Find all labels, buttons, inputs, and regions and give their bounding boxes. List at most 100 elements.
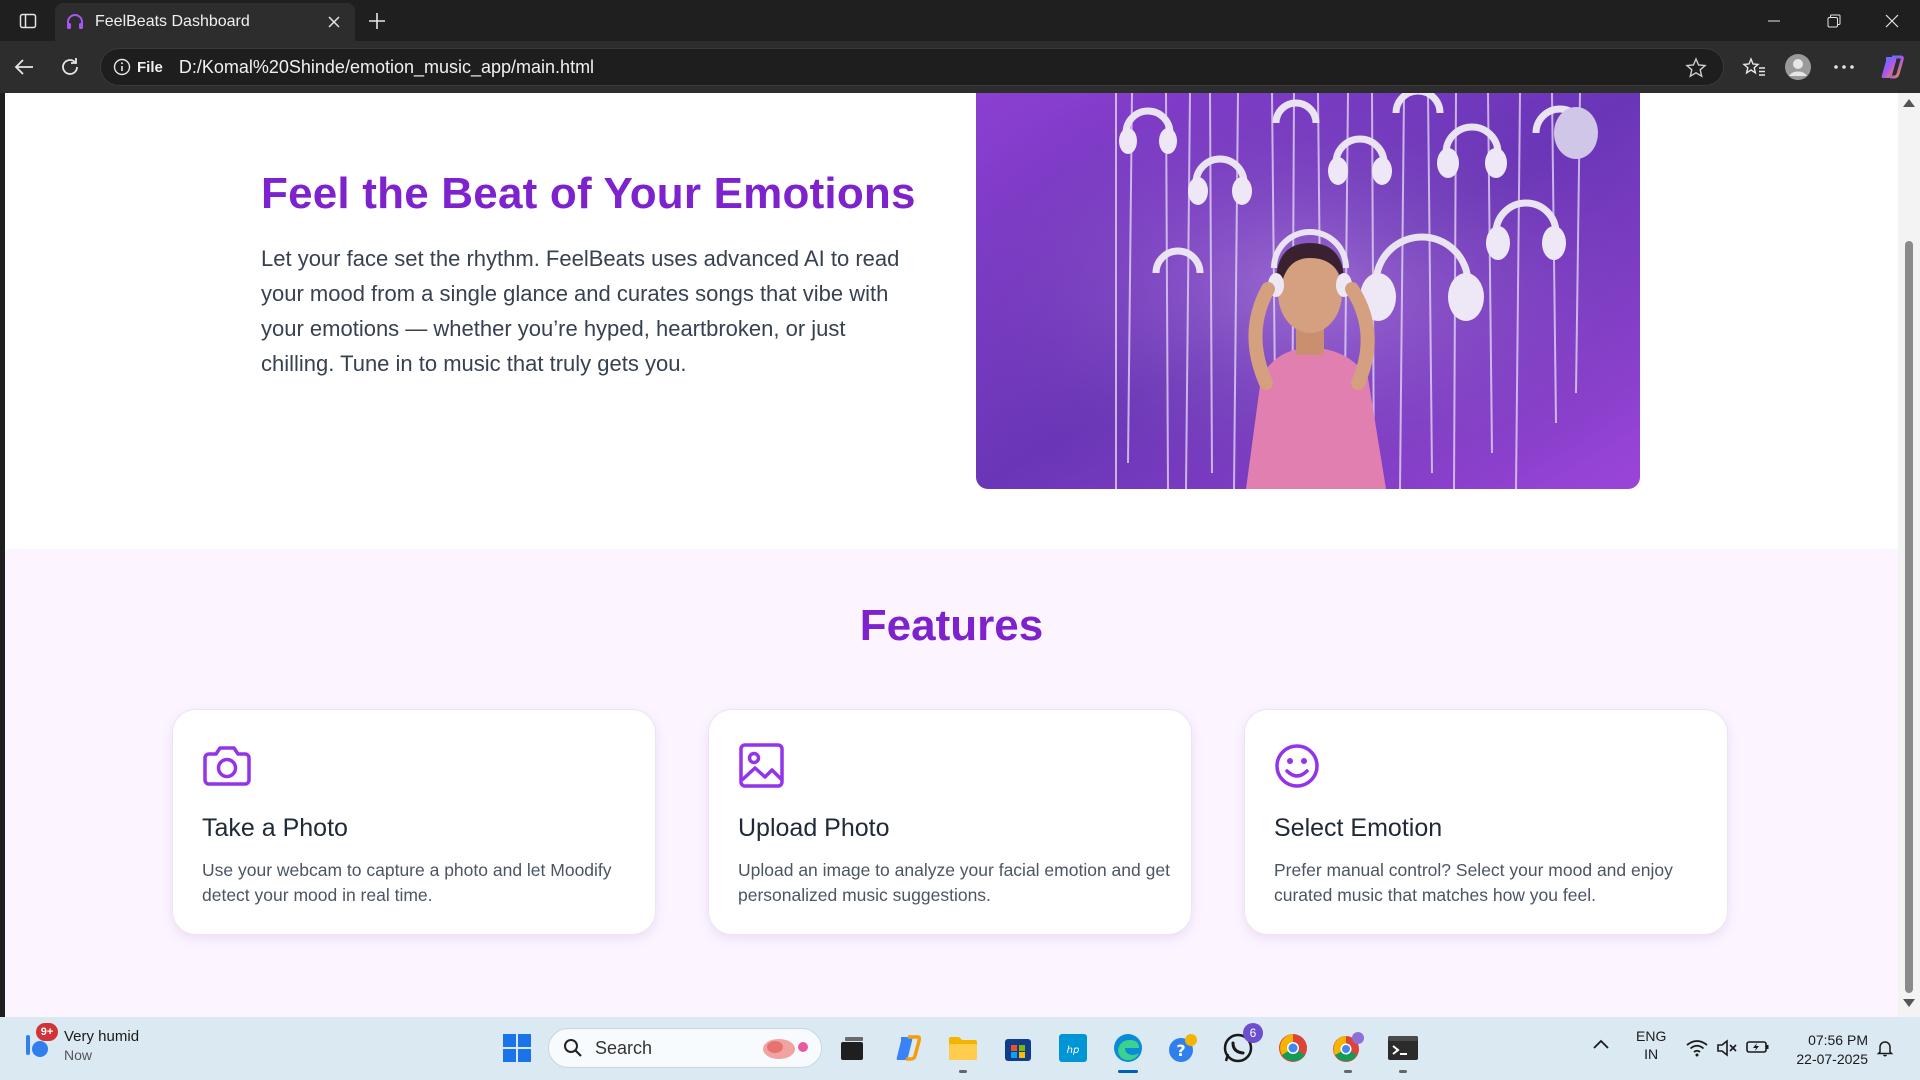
favorites-icon xyxy=(1742,57,1765,76)
restore-icon xyxy=(1827,14,1841,27)
address-bar[interactable]: File D:/Komal%20Shinde/emotion_music_app… xyxy=(100,48,1724,86)
browser-toolbar: File D:/Komal%20Shinde/emotion_music_app… xyxy=(0,41,1920,93)
battery-charging-icon xyxy=(1746,1041,1769,1053)
taskbar-terminal[interactable] xyxy=(1384,1029,1422,1073)
wifi-icon xyxy=(1686,1040,1708,1057)
image-icon xyxy=(737,742,789,790)
browser-tab-active[interactable]: FeelBeats Dashboard xyxy=(55,3,355,41)
window-left-edge xyxy=(0,93,5,1017)
myhp-icon: hp xyxy=(1059,1034,1087,1062)
notification-center-button[interactable] xyxy=(1876,1039,1894,1060)
headphones-installation-image xyxy=(976,93,1640,489)
weather-widget[interactable]: 9+ Very humid Now xyxy=(20,1023,139,1063)
back-button[interactable] xyxy=(8,51,40,83)
features-section: Features Take a Photo Use your webcam to… xyxy=(5,549,1898,1017)
unread-count-badge: 6 xyxy=(1243,1023,1263,1043)
svg-text:?: ? xyxy=(1176,1041,1185,1060)
taskbar-help-app[interactable]: ? xyxy=(1164,1029,1202,1067)
close-icon xyxy=(328,16,340,28)
scroll-down-arrow-icon[interactable] xyxy=(1903,999,1915,1007)
profile-button[interactable] xyxy=(1782,51,1814,83)
favorite-star-button[interactable] xyxy=(1683,55,1709,81)
start-button[interactable] xyxy=(498,1029,536,1067)
taskbar-search-box[interactable]: Search xyxy=(548,1028,822,1068)
taskbar-microsoft-store[interactable] xyxy=(999,1029,1037,1067)
browser-title-bar: FeelBeats Dashboard xyxy=(0,0,1920,41)
battery-status[interactable] xyxy=(1746,1039,1770,1058)
feature-card-title: Upload Photo xyxy=(738,814,890,842)
taskbar-copilot-app[interactable] xyxy=(889,1029,927,1067)
tab-close-button[interactable] xyxy=(323,11,345,33)
copilot-icon xyxy=(896,1035,922,1061)
folder-icon xyxy=(949,1037,977,1060)
volume-status[interactable] xyxy=(1716,1039,1738,1060)
help-icon: ? xyxy=(1169,1034,1197,1062)
page-scrollbar[interactable] xyxy=(1898,93,1920,1017)
feature-card-title: Take a Photo xyxy=(202,814,348,842)
close-window-button[interactable] xyxy=(1864,0,1920,41)
wifi-status[interactable] xyxy=(1686,1039,1708,1060)
copilot-button[interactable] xyxy=(1876,51,1908,83)
running-indicator xyxy=(959,1070,967,1073)
headphones-favicon-icon xyxy=(67,14,83,29)
hero-image xyxy=(976,93,1640,489)
terminal-icon xyxy=(1388,1036,1418,1060)
taskbar-chrome[interactable] xyxy=(1274,1029,1312,1067)
favorites-button[interactable] xyxy=(1738,51,1770,83)
input-language-indicator[interactable]: ENG IN xyxy=(1636,1027,1666,1063)
clock-date: 22-07-2025 xyxy=(1796,1051,1868,1067)
windows-taskbar: 9+ Very humid Now Search hp ? 6 ENG IN 0… xyxy=(0,1017,1920,1080)
chevron-up-icon xyxy=(1593,1039,1609,1049)
task-view-button[interactable] xyxy=(833,1029,871,1067)
show-hidden-icons-button[interactable] xyxy=(1592,1037,1610,1053)
running-indicator xyxy=(1344,1070,1352,1073)
feature-card-take-photo[interactable]: Take a Photo Use your webcam to capture … xyxy=(172,709,656,935)
search-icon xyxy=(564,1039,582,1057)
scroll-up-arrow-icon[interactable] xyxy=(1903,99,1915,107)
clock-time: 07:56 PM xyxy=(1808,1032,1868,1048)
search-label: Search xyxy=(595,1037,653,1058)
search-highlight-icon xyxy=(763,1039,808,1059)
store-icon xyxy=(1005,1039,1031,1061)
taskbar-edge-browser[interactable] xyxy=(1109,1029,1147,1073)
edge-icon xyxy=(1114,1034,1142,1062)
notification-badge: 9+ xyxy=(36,1023,58,1041)
info-icon xyxy=(113,58,131,76)
feature-card-select-emotion[interactable]: Select Emotion Prefer manual control? Se… xyxy=(1244,709,1728,935)
feature-card-description: Upload an image to analyze your facial e… xyxy=(738,860,1170,905)
minimize-icon xyxy=(1768,20,1780,21)
windows-logo-icon xyxy=(503,1034,531,1062)
scrollbar-thumb[interactable] xyxy=(1905,241,1913,993)
features-title: Features xyxy=(859,601,1044,650)
system-clock[interactable]: 07:56 PM 22-07-2025 xyxy=(1796,1031,1868,1069)
feature-card-upload-photo[interactable]: Upload Photo Upload an image to analyze … xyxy=(708,709,1192,935)
minimize-button[interactable] xyxy=(1746,0,1802,41)
taskbar-file-explorer[interactable] xyxy=(944,1029,982,1073)
taskbar-whatsapp[interactable]: 6 xyxy=(1219,1023,1263,1067)
refresh-button[interactable] xyxy=(54,51,86,83)
feature-card-description: Use your webcam to capture a photo and l… xyxy=(202,860,612,905)
region-code: IN xyxy=(1644,1046,1659,1062)
refresh-icon xyxy=(62,58,78,75)
chrome-icon xyxy=(1279,1034,1307,1062)
bell-icon xyxy=(1876,1041,1894,1057)
close-icon xyxy=(1885,14,1899,27)
new-tab-button[interactable] xyxy=(362,6,392,36)
restore-button[interactable] xyxy=(1806,0,1862,41)
feature-card-title: Select Emotion xyxy=(1274,814,1443,842)
active-app-indicator xyxy=(1118,1070,1138,1073)
taskbar-chrome-profile[interactable] xyxy=(1329,1029,1367,1073)
tab-title: FeelBeats Dashboard xyxy=(95,13,250,30)
site-info-chip[interactable]: File xyxy=(113,58,163,76)
url-text[interactable]: D:/Komal%20Shinde/emotion_music_app/main… xyxy=(179,57,594,78)
task-view-icon xyxy=(841,1037,863,1060)
hero-title: Feel the Beat of Your Emotions xyxy=(261,169,916,218)
more-menu-button[interactable] xyxy=(1828,51,1860,83)
sidebar-toggle-button[interactable] xyxy=(0,0,56,41)
weather-time: Now xyxy=(64,1046,93,1063)
smiley-icon xyxy=(1273,742,1325,790)
star-icon xyxy=(1685,57,1707,78)
taskbar-myhp-app[interactable]: hp xyxy=(1054,1029,1092,1067)
hero-section: Feel the Beat of Your Emotions Let your … xyxy=(5,93,1898,549)
page-viewport: Feel the Beat of Your Emotions Let your … xyxy=(0,93,1920,1017)
